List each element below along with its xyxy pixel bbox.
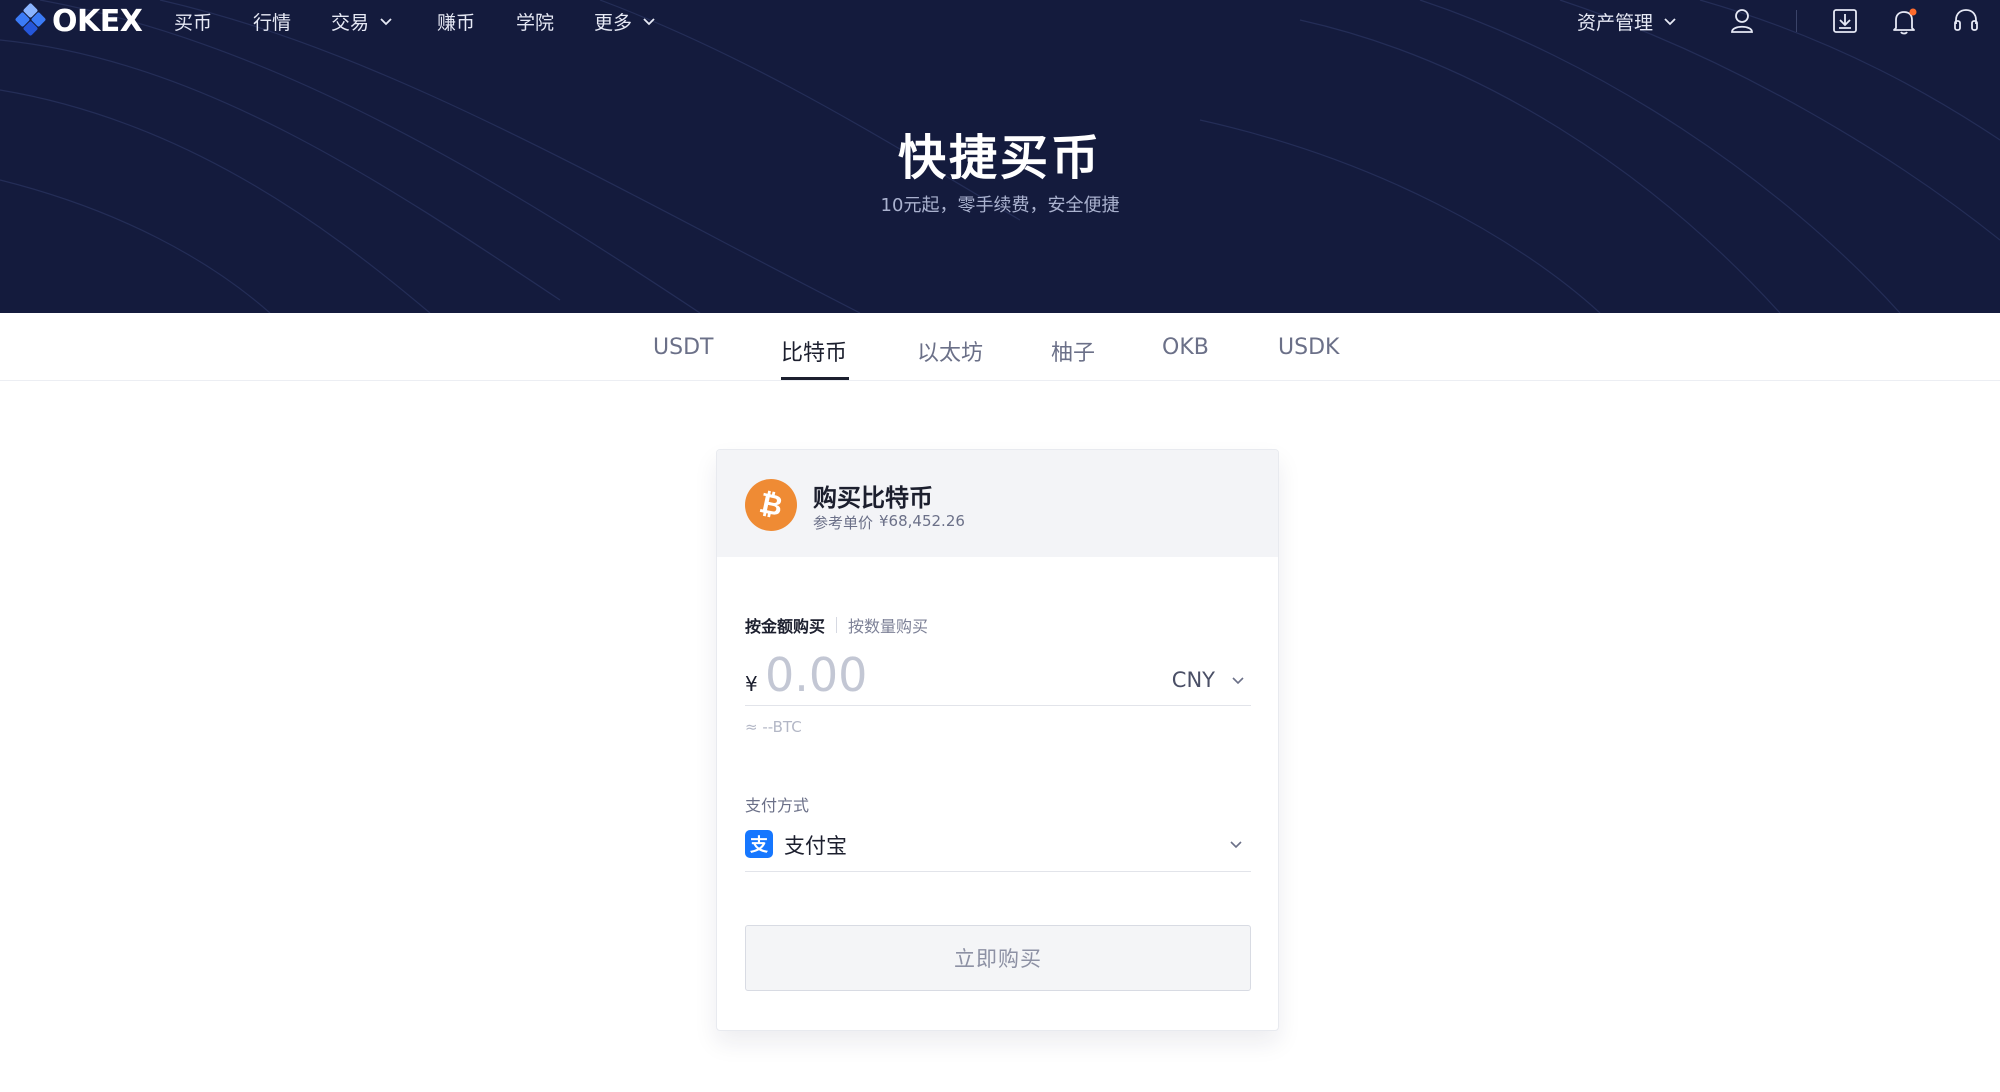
nav-item-trade[interactable]: 交易: [331, 8, 393, 34]
chevron-down-icon: [643, 18, 655, 26]
btc-estimate: ≈ --BTC: [745, 718, 802, 736]
purchase-mode-tabs: 按金额购买 按数量购买: [745, 613, 928, 637]
chevron-down-icon: [1230, 841, 1242, 849]
tab-eos[interactable]: 柚子: [1051, 335, 1095, 379]
nav-item-label: 交易: [331, 11, 370, 34]
tab-bitcoin[interactable]: 比特币: [781, 335, 847, 379]
nav-item-markets[interactable]: 行情: [253, 8, 291, 34]
active-tab-indicator: [781, 377, 849, 380]
chevron-down-icon: [1664, 18, 1676, 26]
tab-ethereum[interactable]: 以太坊: [917, 335, 983, 379]
alipay-icon: 支: [745, 830, 773, 858]
asset-management-menu[interactable]: 资产管理: [1577, 8, 1677, 34]
okex-logo-icon: [15, 3, 46, 36]
reference-price-value: ¥68,452.26: [879, 512, 965, 530]
currency-sign: ¥: [745, 672, 758, 696]
nav-divider: [1796, 10, 1797, 32]
buy-card-header: ₿ 购买比特币 参考单价 ¥68,452.26: [717, 450, 1278, 557]
currency-value: CNY: [1171, 668, 1215, 692]
download-icon[interactable]: [1830, 6, 1860, 36]
svg-text:支: 支: [749, 834, 769, 856]
nav-item-earn[interactable]: 赚币: [437, 8, 475, 34]
nav-item-label: 买币: [174, 11, 213, 34]
mode-by-amount[interactable]: 按金额购买: [745, 613, 825, 637]
nav-item-buy-crypto[interactable]: 买币: [174, 8, 212, 34]
nav-item-label: 行情: [253, 11, 292, 34]
bell-icon[interactable]: [1889, 6, 1919, 36]
okex-logo[interactable]: OKEX: [14, 2, 143, 40]
nav-item-label: 更多: [594, 11, 633, 34]
tab-usdt[interactable]: USDT: [653, 335, 713, 379]
reference-price-label: 参考单价: [813, 514, 874, 532]
mode-by-quantity[interactable]: 按数量购买: [848, 613, 928, 637]
amount-field-row: ¥ CNY: [745, 650, 1251, 706]
tab-usdk[interactable]: USDK: [1278, 335, 1339, 379]
card-title: 购买比特币: [813, 484, 933, 512]
nav-item-label: 赚币: [437, 11, 476, 34]
payment-method-label: 支付方式: [745, 796, 810, 815]
notification-dot: [1909, 8, 1917, 16]
nav-item-more[interactable]: 更多: [594, 8, 656, 34]
coin-tabs: USDT 比特币 以太坊 柚子 OKB USDK: [0, 313, 2000, 381]
nav-item-label: 学院: [516, 11, 555, 34]
chevron-down-icon: [1232, 677, 1244, 685]
hero-banner: OKEX 买币 行情 交易 赚币 学院 更多 资产管理 快捷买币 10元起，零手…: [0, 0, 2000, 313]
user-icon[interactable]: [1727, 6, 1757, 36]
logo-text: OKEX: [52, 3, 143, 39]
amount-input[interactable]: [765, 650, 1125, 700]
buy-card: ₿ 购买比特币 参考单价 ¥68,452.26 按金额购买 按数量购买 ¥ CN…: [716, 449, 1279, 1031]
headset-icon[interactable]: [1951, 6, 1981, 36]
page-title: 快捷买币: [897, 130, 1102, 186]
payment-method-value: 支付宝: [784, 834, 847, 858]
mode-divider: [836, 617, 838, 633]
payment-method-select[interactable]: 支 支付宝: [745, 822, 1251, 872]
page-subtitle: 10元起，零手续费，安全便捷: [880, 195, 1120, 216]
tab-okb[interactable]: OKB: [1162, 335, 1209, 379]
asset-management-label: 资产管理: [1577, 11, 1654, 34]
chevron-down-icon: [380, 18, 392, 26]
nav-item-academy[interactable]: 学院: [516, 8, 554, 34]
reference-price: 参考单价 ¥68,452.26: [813, 512, 965, 533]
currency-select[interactable]: CNY: [1172, 668, 1245, 692]
bitcoin-icon: ₿: [745, 479, 797, 531]
buy-now-button[interactable]: 立即购买: [745, 925, 1251, 991]
top-nav: OKEX 买币 行情 交易 赚币 学院 更多 资产管理: [0, 0, 2000, 42]
